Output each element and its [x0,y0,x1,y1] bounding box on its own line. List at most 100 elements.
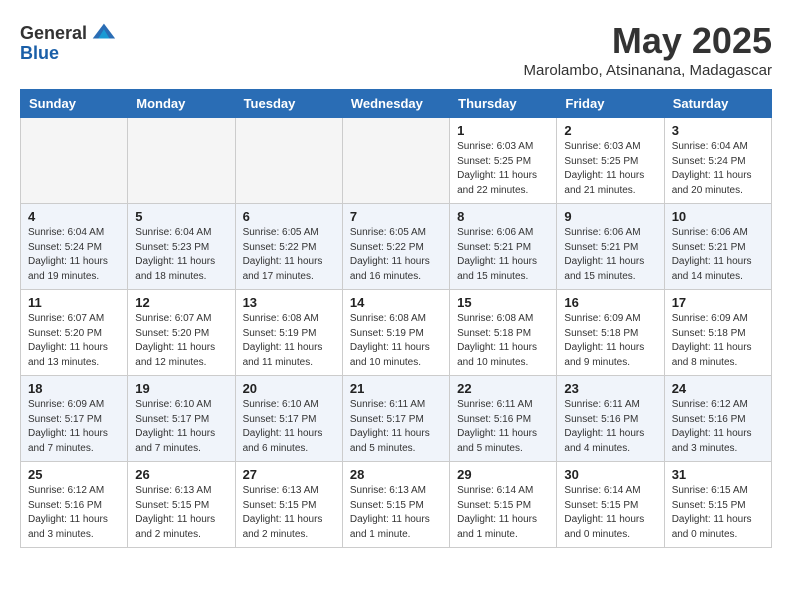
table-row [342,118,449,204]
table-row: 30 Sunrise: 6:14 AM Sunset: 5:15 PM Dayl… [557,462,664,548]
day-info: Sunrise: 6:10 AM Sunset: 5:17 PM Dayligh… [243,398,335,456]
table-row: 9 Sunrise: 6:06 AM Sunset: 5:21 PM Dayli… [557,204,664,290]
day-info: Sunrise: 6:12 AM Sunset: 5:16 PM Dayligh… [672,398,764,456]
calendar-week-row: 11 Sunrise: 6:07 AM Sunset: 5:20 PM Dayl… [21,290,772,376]
day-number: 27 [243,467,335,482]
day-number: 7 [350,209,442,224]
calendar-week-row: 18 Sunrise: 6:09 AM Sunset: 5:17 PM Dayl… [21,376,772,462]
day-number: 29 [457,467,549,482]
table-row: 20 Sunrise: 6:10 AM Sunset: 5:17 PM Dayl… [235,376,342,462]
day-info: Sunrise: 6:05 AM Sunset: 5:22 PM Dayligh… [243,226,335,284]
day-number: 6 [243,209,335,224]
day-info: Sunrise: 6:09 AM Sunset: 5:18 PM Dayligh… [564,312,656,370]
table-row: 12 Sunrise: 6:07 AM Sunset: 5:20 PM Dayl… [128,290,235,376]
table-row: 6 Sunrise: 6:05 AM Sunset: 5:22 PM Dayli… [235,204,342,290]
day-number: 18 [28,381,120,396]
table-row: 16 Sunrise: 6:09 AM Sunset: 5:18 PM Dayl… [557,290,664,376]
day-info: Sunrise: 6:07 AM Sunset: 5:20 PM Dayligh… [135,312,227,370]
day-info: Sunrise: 6:11 AM Sunset: 5:17 PM Dayligh… [350,398,442,456]
table-row: 7 Sunrise: 6:05 AM Sunset: 5:22 PM Dayli… [342,204,449,290]
table-row [21,118,128,204]
day-info: Sunrise: 6:13 AM Sunset: 5:15 PM Dayligh… [350,484,442,542]
table-row: 2 Sunrise: 6:03 AM Sunset: 5:25 PM Dayli… [557,118,664,204]
day-info: Sunrise: 6:11 AM Sunset: 5:16 PM Dayligh… [564,398,656,456]
day-number: 23 [564,381,656,396]
day-number: 17 [672,295,764,310]
day-number: 20 [243,381,335,396]
table-row [235,118,342,204]
table-row: 28 Sunrise: 6:13 AM Sunset: 5:15 PM Dayl… [342,462,449,548]
table-row: 22 Sunrise: 6:11 AM Sunset: 5:16 PM Dayl… [450,376,557,462]
day-number: 30 [564,467,656,482]
title-section: May 2025 Marolambo, Atsinanana, Madagasc… [524,20,772,79]
table-row: 5 Sunrise: 6:04 AM Sunset: 5:23 PM Dayli… [128,204,235,290]
table-row: 13 Sunrise: 6:08 AM Sunset: 5:19 PM Dayl… [235,290,342,376]
logo-icon [89,18,117,46]
day-info: Sunrise: 6:04 AM Sunset: 5:24 PM Dayligh… [28,226,120,284]
calendar-week-row: 1 Sunrise: 6:03 AM Sunset: 5:25 PM Dayli… [21,118,772,204]
day-number: 10 [672,209,764,224]
table-row: 23 Sunrise: 6:11 AM Sunset: 5:16 PM Dayl… [557,376,664,462]
table-row: 19 Sunrise: 6:10 AM Sunset: 5:17 PM Dayl… [128,376,235,462]
page-header: General Blue May 2025 Marolambo, Atsinan… [20,20,772,79]
day-info: Sunrise: 6:06 AM Sunset: 5:21 PM Dayligh… [564,226,656,284]
calendar-week-row: 4 Sunrise: 6:04 AM Sunset: 5:24 PM Dayli… [21,204,772,290]
day-info: Sunrise: 6:06 AM Sunset: 5:21 PM Dayligh… [457,226,549,284]
table-row: 25 Sunrise: 6:12 AM Sunset: 5:16 PM Dayl… [21,462,128,548]
col-monday: Monday [128,90,235,118]
day-info: Sunrise: 6:08 AM Sunset: 5:19 PM Dayligh… [243,312,335,370]
day-number: 3 [672,123,764,138]
day-number: 31 [672,467,764,482]
day-number: 22 [457,381,549,396]
col-tuesday: Tuesday [235,90,342,118]
day-number: 16 [564,295,656,310]
logo: General Blue [20,20,117,64]
table-row [128,118,235,204]
col-wednesday: Wednesday [342,90,449,118]
day-info: Sunrise: 6:11 AM Sunset: 5:16 PM Dayligh… [457,398,549,456]
month-year-title: May 2025 [524,20,772,62]
day-info: Sunrise: 6:06 AM Sunset: 5:21 PM Dayligh… [672,226,764,284]
calendar-table: Sunday Monday Tuesday Wednesday Thursday… [20,89,772,548]
day-number: 26 [135,467,227,482]
table-row: 21 Sunrise: 6:11 AM Sunset: 5:17 PM Dayl… [342,376,449,462]
day-info: Sunrise: 6:04 AM Sunset: 5:23 PM Dayligh… [135,226,227,284]
day-info: Sunrise: 6:15 AM Sunset: 5:15 PM Dayligh… [672,484,764,542]
day-number: 5 [135,209,227,224]
day-info: Sunrise: 6:10 AM Sunset: 5:17 PM Dayligh… [135,398,227,456]
table-row: 26 Sunrise: 6:13 AM Sunset: 5:15 PM Dayl… [128,462,235,548]
day-number: 25 [28,467,120,482]
table-row: 3 Sunrise: 6:04 AM Sunset: 5:24 PM Dayli… [664,118,771,204]
table-row: 4 Sunrise: 6:04 AM Sunset: 5:24 PM Dayli… [21,204,128,290]
calendar-week-row: 25 Sunrise: 6:12 AM Sunset: 5:16 PM Dayl… [21,462,772,548]
day-number: 21 [350,381,442,396]
day-number: 24 [672,381,764,396]
day-number: 4 [28,209,120,224]
day-info: Sunrise: 6:08 AM Sunset: 5:18 PM Dayligh… [457,312,549,370]
col-saturday: Saturday [664,90,771,118]
day-info: Sunrise: 6:13 AM Sunset: 5:15 PM Dayligh… [135,484,227,542]
table-row: 24 Sunrise: 6:12 AM Sunset: 5:16 PM Dayl… [664,376,771,462]
day-number: 15 [457,295,549,310]
day-info: Sunrise: 6:14 AM Sunset: 5:15 PM Dayligh… [564,484,656,542]
day-number: 19 [135,381,227,396]
day-info: Sunrise: 6:05 AM Sunset: 5:22 PM Dayligh… [350,226,442,284]
table-row: 11 Sunrise: 6:07 AM Sunset: 5:20 PM Dayl… [21,290,128,376]
table-row: 31 Sunrise: 6:15 AM Sunset: 5:15 PM Dayl… [664,462,771,548]
day-number: 9 [564,209,656,224]
day-info: Sunrise: 6:04 AM Sunset: 5:24 PM Dayligh… [672,140,764,198]
day-number: 11 [28,295,120,310]
col-sunday: Sunday [21,90,128,118]
calendar-header-row: Sunday Monday Tuesday Wednesday Thursday… [21,90,772,118]
day-number: 14 [350,295,442,310]
table-row: 15 Sunrise: 6:08 AM Sunset: 5:18 PM Dayl… [450,290,557,376]
day-info: Sunrise: 6:03 AM Sunset: 5:25 PM Dayligh… [564,140,656,198]
day-info: Sunrise: 6:07 AM Sunset: 5:20 PM Dayligh… [28,312,120,370]
day-number: 28 [350,467,442,482]
table-row: 10 Sunrise: 6:06 AM Sunset: 5:21 PM Dayl… [664,204,771,290]
day-number: 8 [457,209,549,224]
day-number: 13 [243,295,335,310]
day-info: Sunrise: 6:09 AM Sunset: 5:17 PM Dayligh… [28,398,120,456]
day-number: 2 [564,123,656,138]
day-info: Sunrise: 6:09 AM Sunset: 5:18 PM Dayligh… [672,312,764,370]
